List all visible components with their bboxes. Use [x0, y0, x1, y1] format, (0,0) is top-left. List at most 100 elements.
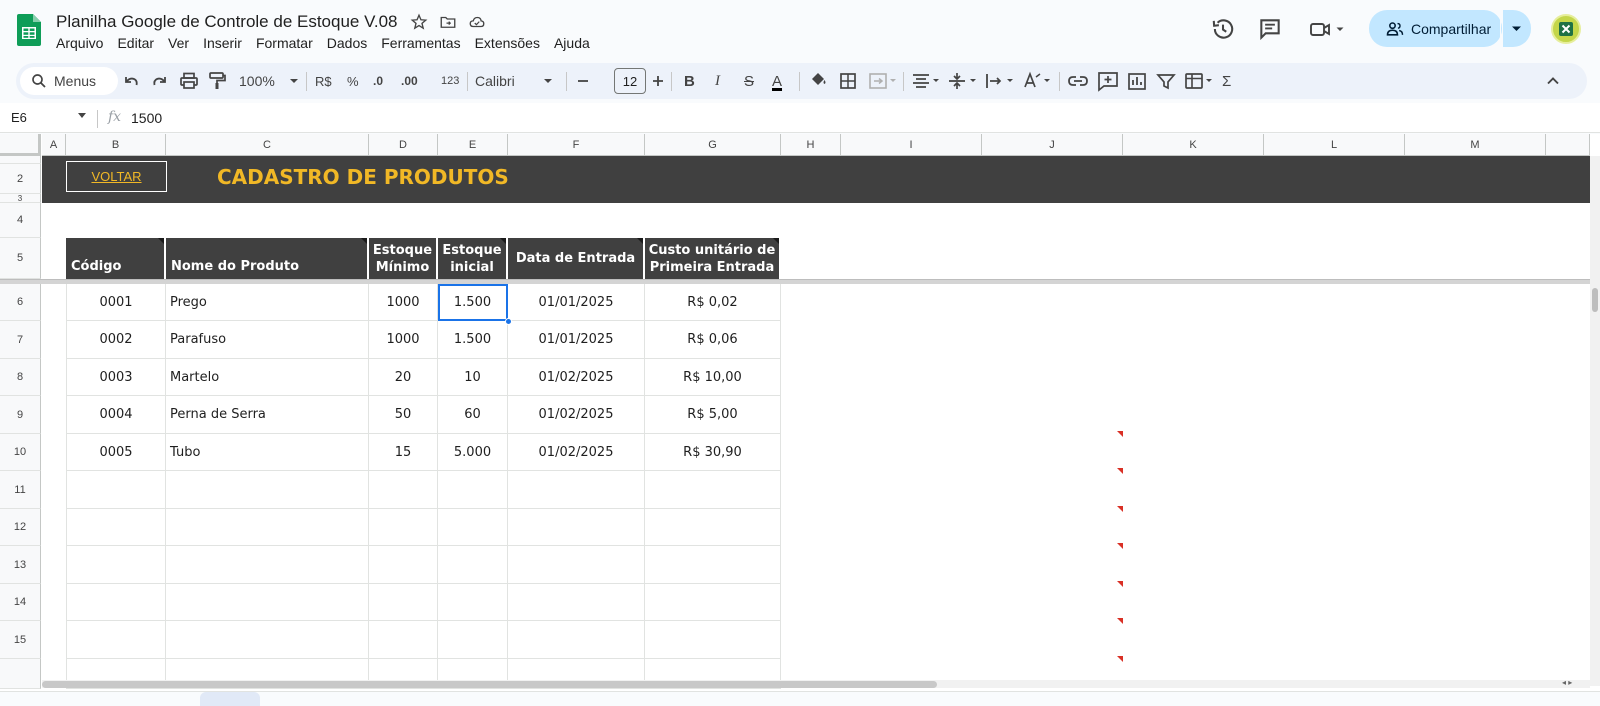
header-estoque-inicial[interactable]: Estoque inicial — [438, 238, 508, 279]
horizontal-scrollbar-thumb[interactable] — [42, 681, 937, 688]
text-color-button[interactable]: A — [772, 63, 782, 99]
insert-comment-icon[interactable] — [1096, 63, 1120, 99]
header-codigo[interactable]: Código — [66, 238, 166, 279]
cell-nome[interactable]: Perna de Serra — [166, 396, 369, 434]
cell-codigo[interactable]: 0001 — [66, 284, 166, 321]
insert-chart-icon[interactable] — [1126, 63, 1148, 99]
cell-nome[interactable] — [166, 621, 369, 659]
select-all-corner[interactable] — [0, 134, 41, 156]
meet-video-icon[interactable] — [1308, 16, 1332, 42]
cell-codigo[interactable] — [66, 509, 166, 546]
document-title[interactable]: Planilha Google de Controle de Estoque V… — [56, 12, 398, 32]
row-header[interactable]: 9 — [0, 396, 41, 434]
column-header-f[interactable]: F — [508, 134, 645, 156]
scroll-arrows-icon[interactable]: ◂ ▸ — [1562, 678, 1572, 687]
formula-input[interactable]: 1500 — [131, 110, 162, 126]
cell-data-entrada[interactable] — [508, 621, 645, 659]
menu-inserir[interactable]: Inserir — [203, 35, 249, 51]
row-header[interactable]: 5 — [0, 238, 41, 279]
cell-data-entrada[interactable] — [508, 471, 645, 509]
row-header[interactable]: 13 — [0, 546, 41, 584]
row-header[interactable]: 3 — [0, 194, 41, 203]
format-percent-button[interactable]: % — [347, 63, 359, 99]
comment-marker[interactable] — [1117, 431, 1123, 437]
font-select[interactable]: Calibri — [475, 63, 555, 99]
comment-marker[interactable] — [1117, 618, 1123, 624]
menu-arquivo[interactable]: Arquivo — [56, 35, 110, 51]
insert-link-icon[interactable] — [1066, 63, 1090, 99]
row-header[interactable]: 6 — [0, 284, 41, 321]
cell-estoque-minimo[interactable] — [369, 509, 438, 546]
cell-estoque-inicial[interactable] — [438, 584, 508, 621]
cell-data-entrada[interactable]: 01/02/2025 — [508, 434, 645, 471]
row-header[interactable] — [0, 659, 41, 689]
fill-handle[interactable] — [505, 318, 512, 325]
meet-dropdown-icon[interactable] — [1335, 16, 1345, 42]
cell-estoque-minimo[interactable] — [369, 471, 438, 509]
vertical-align-icon[interactable] — [946, 63, 980, 99]
sheets-logo-icon[interactable] — [17, 14, 41, 46]
column-header-i[interactable]: I — [841, 134, 982, 156]
collapse-toolbar-icon[interactable] — [1543, 63, 1563, 99]
cell-estoque-minimo[interactable]: 20 — [369, 359, 438, 396]
redo-icon[interactable] — [149, 63, 171, 99]
cell-codigo[interactable]: 0004 — [66, 396, 166, 434]
cell-estoque-inicial[interactable]: 60 — [438, 396, 508, 434]
menu-ajuda[interactable]: Ajuda — [554, 35, 597, 51]
cell-custo-unitario[interactable] — [645, 584, 781, 621]
move-folder-icon[interactable] — [439, 13, 457, 31]
cell-nome[interactable] — [166, 509, 369, 546]
cell-estoque-minimo[interactable]: 1000 — [369, 321, 438, 359]
header-estoque-minimo[interactable]: Estoque Mínimo — [369, 238, 438, 279]
star-icon[interactable] — [410, 13, 428, 31]
cell-estoque-inicial[interactable] — [438, 546, 508, 584]
cell-data-entrada[interactable] — [508, 546, 645, 584]
column-header-c[interactable]: C — [166, 134, 369, 156]
cell-custo-unitario[interactable] — [645, 621, 781, 659]
cell-codigo[interactable] — [66, 584, 166, 621]
row-header[interactable]: 10 — [0, 434, 41, 471]
voltar-link[interactable]: VOLTAR — [66, 161, 167, 192]
column-header-n[interactable] — [1546, 134, 1590, 156]
column-header-h[interactable]: H — [781, 134, 841, 156]
cell-nome[interactable]: Parafuso — [166, 321, 369, 359]
undo-icon[interactable] — [120, 63, 142, 99]
column-header-g[interactable]: G — [645, 134, 781, 156]
cell-estoque-minimo[interactable] — [369, 584, 438, 621]
cell-data-entrada[interactable]: 01/02/2025 — [508, 359, 645, 396]
row-header[interactable]: 7 — [0, 321, 41, 359]
paint-format-icon[interactable] — [206, 63, 228, 99]
cell-estoque-minimo[interactable]: 1000 — [369, 284, 438, 321]
column-header-d[interactable]: D — [369, 134, 438, 156]
row-header[interactable] — [0, 156, 41, 164]
cell-estoque-inicial[interactable] — [438, 509, 508, 546]
column-header-a[interactable]: A — [42, 134, 66, 156]
cell-data-entrada[interactable]: 01/01/2025 — [508, 284, 645, 321]
merge-cells-icon[interactable] — [867, 63, 899, 99]
column-header-m[interactable]: M — [1405, 134, 1546, 156]
comment-marker[interactable] — [1117, 543, 1123, 549]
cell-custo-unitario[interactable]: R$ 0,02 — [645, 284, 781, 321]
menu-ferramentas[interactable]: Ferramentas — [381, 35, 467, 51]
cell-nome[interactable] — [166, 584, 369, 621]
cell-estoque-inicial[interactable] — [438, 471, 508, 509]
vertical-scrollbar[interactable] — [1590, 156, 1600, 686]
italic-button[interactable]: I — [715, 63, 720, 99]
cell-custo-unitario[interactable]: R$ 0,06 — [645, 321, 781, 359]
cloud-saved-icon[interactable] — [468, 13, 486, 31]
menu-extensoes[interactable]: Extensões — [475, 35, 547, 51]
filter-icon[interactable] — [1155, 63, 1177, 99]
borders-icon[interactable] — [837, 63, 859, 99]
menu-ver[interactable]: Ver — [168, 35, 196, 51]
version-history-icon[interactable] — [1210, 16, 1236, 42]
column-header-b[interactable]: B — [66, 134, 166, 156]
cell-nome[interactable] — [166, 471, 369, 509]
cell-codigo[interactable]: 0003 — [66, 359, 166, 396]
vertical-scrollbar-thumb[interactable] — [1592, 288, 1598, 312]
row-header[interactable]: 11 — [0, 471, 41, 509]
cell-codigo[interactable]: 0005 — [66, 434, 166, 471]
menu-editar[interactable]: Editar — [117, 35, 161, 51]
cell-nome[interactable] — [166, 546, 369, 584]
cell-estoque-minimo[interactable] — [369, 621, 438, 659]
more-formats-button[interactable]: 123 — [441, 63, 459, 99]
